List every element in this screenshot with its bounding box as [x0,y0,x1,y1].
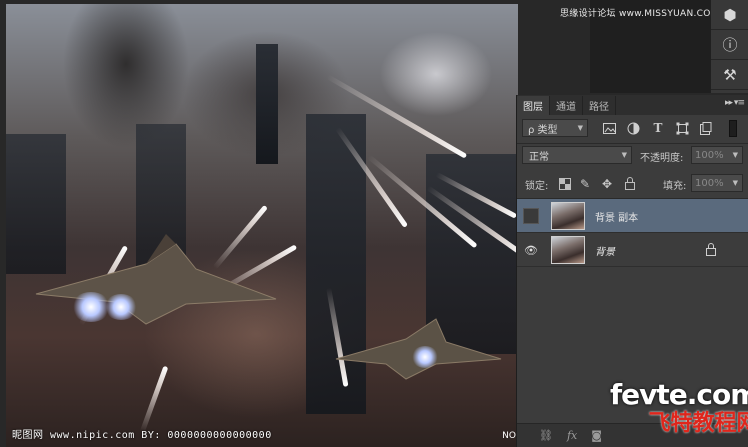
lock-image-pixels-icon[interactable]: ✎ [577,177,593,191]
lock-row: 锁定: ✎ ✥ 填充: 100% ▼ [517,173,748,195]
chevron-down-icon: ▼ [577,124,583,132]
eye-icon[interactable]: 👁 [523,242,539,258]
panel-tabs: 图层 通道 路径 ▸▸ ▾≡ [517,95,748,115]
photoshop-window: 昵图网 www.nipic.com BY: 0000000000000000 N… [0,0,748,447]
filter-toggle-switch[interactable] [729,120,737,137]
lock-all-icon[interactable] [625,177,635,190]
lock-icon[interactable] [705,242,717,256]
lock-label: 锁定: [525,181,549,192]
chevron-down-icon: ▼ [621,151,627,159]
smart-object-filter-icon[interactable] [700,122,712,135]
fill-field[interactable]: 100% ▼ [691,174,743,192]
canvas-watermark-right: NO [502,431,516,441]
link-icon[interactable]: ⛓ [539,429,553,442]
info-icon[interactable]: ⓘ [711,30,748,60]
top-watermark: 思缘设计论坛 www.MISSYUAN.COM [560,9,719,19]
brush-preset-icon[interactable]: ⚒ [711,60,748,90]
blend-mode-select[interactable]: 正常 ▼ [522,146,632,164]
visibility-toggle-empty[interactable] [523,208,539,224]
type-filter-icon[interactable]: T [650,121,666,135]
tab-paths[interactable]: 路径 [583,96,616,115]
adjustment-filter-icon[interactable] [627,122,640,135]
layer-row-background-copy[interactable]: 背景 副本 [517,199,748,233]
canvas-watermark: 昵图网 www.nipic.com BY: 0000000000000000 [12,430,272,441]
layer-name[interactable]: 背景 副本 [595,209,638,224]
layer-thumbnail [551,236,585,264]
mask-icon[interactable]: ◙ [591,429,602,442]
fill-value: 100% [695,177,724,189]
document-canvas[interactable]: 昵图网 www.nipic.com BY: 0000000000000000 N… [6,4,518,447]
opacity-field[interactable]: 100% ▼ [691,146,743,164]
layer-name[interactable]: 背景 [595,243,615,258]
panel-menu-icon[interactable]: ▸▸ ▾≡ [725,98,745,108]
lock-position-icon[interactable]: ✥ [599,177,615,191]
building [256,44,278,164]
missile-trail [139,365,169,434]
layer-thumbnail [551,202,585,230]
fill-label: 填充: [663,181,687,192]
filter-type-select[interactable]: ρ 类型 ▼ [522,119,588,137]
divider [517,143,748,144]
right-icon-toolbar: ⬢ ⓘ ⚒ [710,0,748,93]
tab-layers[interactable]: 图层 [517,96,550,115]
layer-row-background[interactable]: 👁 背景 [517,233,748,267]
jet-engine-glow [411,346,439,368]
fx-icon[interactable]: fx [567,429,577,442]
lock-transparent-pixels-icon[interactable] [559,178,571,190]
chevron-down-icon: ▼ [732,179,738,187]
chevron-down-icon: ▼ [732,151,738,159]
blend-row: 正常 ▼ 不透明度: 100% ▼ [517,146,748,168]
opacity-label: 不透明度: [640,153,684,164]
opacity-value: 100% [695,149,724,161]
blend-mode-value: 正常 [529,151,549,163]
fighter-jet [35,234,277,325]
filter-row: ρ 类型 ▼ T [517,117,748,141]
filter-type-label: ρ 类型 [528,124,558,136]
shape-filter-icon[interactable] [676,122,689,135]
3d-cube-icon[interactable]: ⬢ [711,0,748,30]
tab-channels[interactable]: 通道 [550,96,583,115]
jet-engine-glow [104,294,138,320]
site-watermark: fevte.com 飞特教程网 [610,378,748,437]
image-filter-icon[interactable] [603,123,616,134]
